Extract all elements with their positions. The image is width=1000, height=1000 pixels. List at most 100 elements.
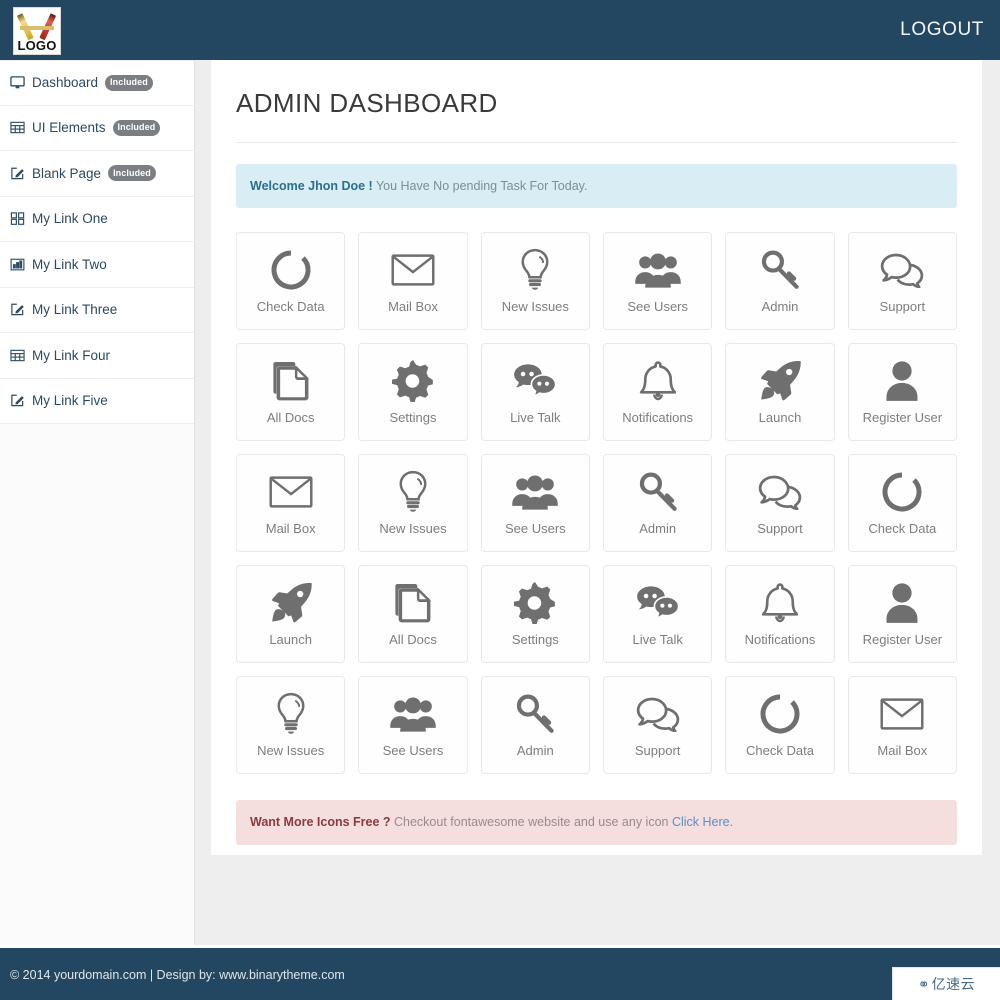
- tile-check-data[interactable]: Check Data: [236, 232, 346, 331]
- logo-text: LOGO: [17, 38, 57, 53]
- tile-launch[interactable]: Launch: [725, 343, 835, 442]
- comments-icon: [757, 470, 803, 514]
- tile-new-issues[interactable]: New Issues: [236, 676, 346, 775]
- circle-notch-icon: [268, 248, 314, 292]
- copy-icon: [390, 581, 436, 625]
- tile-settings[interactable]: Settings: [358, 343, 468, 442]
- sidebar-item-ui-elements[interactable]: UI Elements Included: [0, 105, 194, 151]
- tile-settings[interactable]: Settings: [480, 565, 590, 664]
- circle-notch-icon: [757, 692, 803, 736]
- sidebar-item-my-link-five[interactable]: My Link Five: [0, 378, 194, 424]
- tile-see-users[interactable]: See Users: [603, 232, 713, 331]
- page-title: ADMIN DASHBOARD: [236, 60, 957, 143]
- sidebar-item-my-link-three[interactable]: My Link Three: [0, 287, 194, 333]
- sidebar-item-dashboard[interactable]: Dashboard Included: [0, 60, 194, 106]
- tile-label: Admin: [761, 299, 799, 315]
- welcome-alert-strong: Welcome Jhon Doe !: [250, 179, 373, 193]
- sidebar-item-label: Dashboard: [32, 75, 99, 91]
- tile-admin[interactable]: Admin: [725, 232, 835, 331]
- tile-label: Register User: [862, 632, 943, 648]
- sidebar-item-label: My Link Three: [32, 302, 118, 318]
- tile-launch[interactable]: Launch: [236, 565, 346, 664]
- sidebar-item-blank-page[interactable]: Blank Page Included: [0, 151, 194, 197]
- tile-mail-box[interactable]: Mail Box: [358, 232, 468, 331]
- lightbulb-icon: [390, 470, 436, 514]
- tile-label: Support: [879, 299, 926, 315]
- table-icon: [10, 120, 25, 135]
- tile-see-users[interactable]: See Users: [358, 676, 468, 775]
- tile-register-user[interactable]: Register User: [847, 343, 957, 442]
- tile-label: Settings: [511, 632, 559, 648]
- th-large-icon: [10, 211, 25, 226]
- main-content: ADMIN DASHBOARD Welcome Jhon Doe ! You H…: [195, 60, 1000, 945]
- tile-support[interactable]: Support: [603, 676, 713, 775]
- footer-text: © 2014 yourdomain.com | Design by: www.b…: [10, 968, 345, 982]
- tile-support[interactable]: Support: [725, 454, 835, 553]
- tile-label: All Docs: [266, 410, 315, 426]
- tile-label: Admin: [639, 521, 677, 537]
- tile-all-docs[interactable]: All Docs: [358, 565, 468, 664]
- comments-icon: [635, 692, 681, 736]
- tile-label: Notifications: [622, 410, 694, 426]
- tile-all-docs[interactable]: All Docs: [236, 343, 346, 442]
- tile-check-data[interactable]: Check Data: [725, 676, 835, 775]
- sidebar-item-label: My Link Two: [32, 256, 107, 272]
- tile-label: Support: [757, 521, 803, 537]
- comments-filled-icon: [512, 359, 558, 403]
- tile-see-users[interactable]: See Users: [480, 454, 590, 553]
- more-icons-alert: Want More Icons Free ? Checkout fontawes…: [236, 800, 957, 845]
- tile-label: Launch: [758, 410, 802, 426]
- desktop-icon: [10, 75, 25, 90]
- welcome-alert: Welcome Jhon Doe ! You Have No pending T…: [236, 164, 957, 209]
- tile-support[interactable]: Support: [847, 232, 957, 331]
- content-card: ADMIN DASHBOARD Welcome Jhon Doe ! You H…: [211, 60, 982, 855]
- watermark-text: 亿速云: [931, 976, 976, 992]
- tile-label: Register User: [862, 410, 943, 426]
- sidebar: Dashboard Included UI Elements Included Blan…: [0, 60, 195, 1000]
- users-icon: [512, 470, 559, 514]
- tile-new-issues[interactable]: New Issues: [358, 454, 468, 553]
- tile-label: Check Data: [746, 743, 814, 759]
- sidebar-item-my-link-two[interactable]: My Link Two: [0, 242, 194, 288]
- top-navbar: LOGO LOGOUT: [0, 0, 1000, 60]
- tile-label: Launch: [269, 632, 312, 648]
- tile-label: See Users: [504, 521, 566, 537]
- sidebar-item-label: My Link One: [32, 211, 108, 227]
- tile-label: Mail Box: [265, 521, 316, 537]
- cloud-logo-icon: ⚭: [917, 975, 930, 992]
- users-icon: [390, 692, 436, 736]
- tile-check-data[interactable]: Check Data: [847, 454, 957, 553]
- logout-button[interactable]: LOGOUT: [900, 0, 984, 60]
- tile-live-talk[interactable]: Live Talk: [603, 565, 713, 664]
- key-icon: [512, 692, 558, 736]
- gear-icon: [390, 359, 436, 403]
- sidebar-item-badge: Included: [108, 165, 156, 182]
- tile-label: Notifications: [744, 632, 816, 648]
- tile-notifications[interactable]: Notifications: [725, 565, 835, 664]
- sidebar-item-badge: Included: [112, 119, 161, 136]
- tile-new-issues[interactable]: New Issues: [480, 232, 590, 331]
- key-icon: [757, 248, 803, 292]
- watermark: ⚭ 亿速云: [892, 967, 1000, 1000]
- gear-icon: [512, 581, 558, 625]
- tile-mail-box[interactable]: Mail Box: [236, 454, 346, 553]
- circle-notch-icon: [879, 470, 925, 514]
- tile-admin[interactable]: Admin: [603, 454, 713, 553]
- key-icon: [635, 470, 681, 514]
- tile-mail-box[interactable]: Mail Box: [847, 676, 957, 775]
- user-icon: [879, 359, 925, 403]
- copy-icon: [268, 359, 314, 403]
- envelope-icon: [390, 248, 436, 292]
- more-icons-link[interactable]: Click Here.: [672, 815, 733, 829]
- tile-register-user[interactable]: Register User: [847, 565, 957, 664]
- sidebar-item-my-link-four[interactable]: My Link Four: [0, 333, 194, 379]
- edit-icon: [10, 166, 25, 181]
- sidebar-item-my-link-one[interactable]: My Link One: [0, 196, 194, 242]
- tile-label: New Issues: [257, 743, 325, 759]
- tile-label: New Issues: [379, 521, 447, 537]
- logo[interactable]: LOGO: [13, 7, 61, 55]
- tile-notifications[interactable]: Notifications: [603, 343, 713, 442]
- tile-admin[interactable]: Admin: [480, 676, 590, 775]
- table-icon: [10, 348, 25, 363]
- tile-live-talk[interactable]: Live Talk: [480, 343, 590, 442]
